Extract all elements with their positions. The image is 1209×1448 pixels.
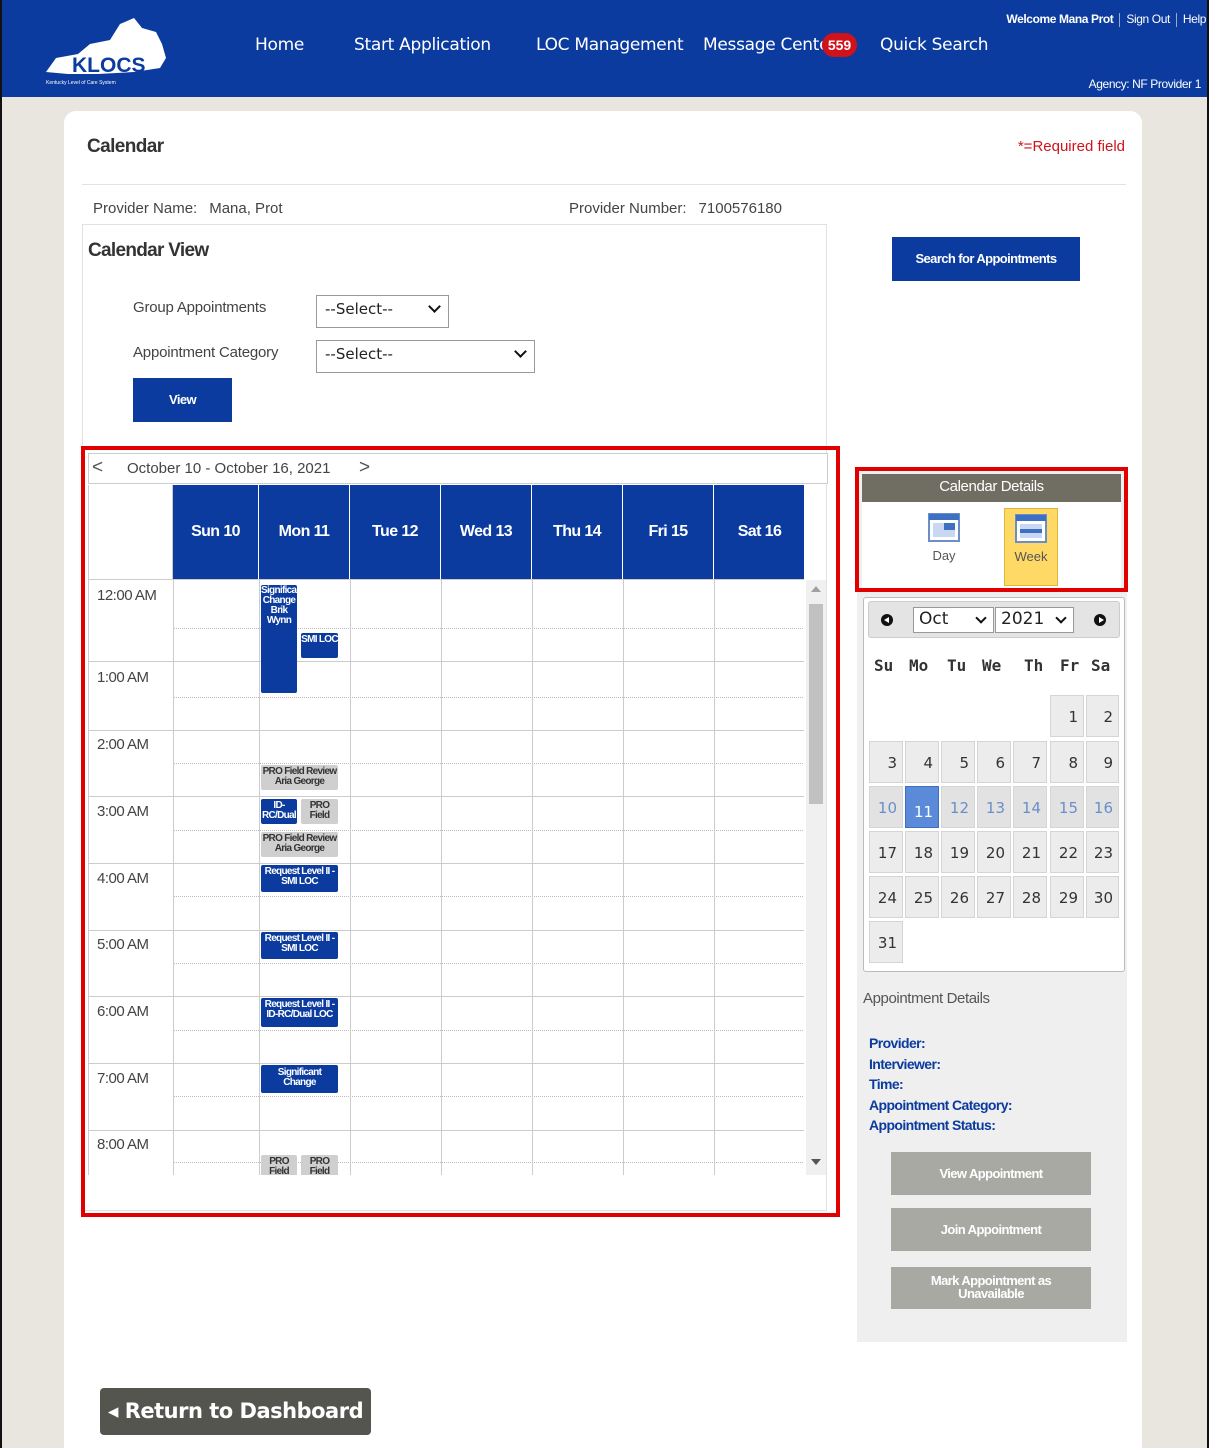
mini-calendar-day[interactable]: 1	[1050, 695, 1084, 737]
nav-home[interactable]: Home	[255, 35, 304, 55]
chevron-down-icon	[428, 300, 441, 313]
dow-label: We	[982, 656, 1002, 675]
highlight-week-calendar	[81, 446, 840, 1217]
mini-calendar-day[interactable]: 12	[941, 786, 975, 828]
mini-calendar-day[interactable]: 20	[977, 831, 1011, 873]
mini-calendar-day[interactable]: 3	[869, 741, 903, 783]
group-appointments-select[interactable]: --Select--	[316, 295, 449, 328]
mini-calendar-day[interactable]: 11	[905, 786, 939, 828]
dow-label: Sa	[1091, 656, 1111, 675]
mini-calendar-day[interactable]: 25	[905, 876, 939, 918]
view-button[interactable]: View	[133, 378, 232, 422]
help-link[interactable]: Help	[1183, 12, 1206, 26]
divider	[82, 184, 1126, 185]
welcome-text: Welcome Mana Prot	[1006, 12, 1114, 26]
mini-calendar-day[interactable]: 4	[905, 741, 939, 783]
mini-calendar-day[interactable]: 22	[1050, 831, 1084, 873]
chevron-down-icon	[514, 345, 527, 358]
required-field-note: *=Required field	[1017, 138, 1125, 155]
month-select[interactable]: Oct	[913, 607, 994, 633]
mini-calendar-day[interactable]: 28	[1013, 876, 1047, 918]
klocs-logo[interactable]: KLOCS Kentucky Level of Care System	[38, 14, 173, 88]
mini-calendar-day[interactable]: 13	[977, 786, 1011, 828]
detail-provider-label: Provider:	[869, 1035, 926, 1051]
mini-calendar-day[interactable]: 16	[1086, 786, 1119, 828]
mini-calendar-day[interactable]: 6	[977, 741, 1011, 783]
group-appointments-value: --Select--	[325, 300, 393, 318]
provider-number-value: 7100576180	[698, 200, 782, 217]
view-appointment-button[interactable]: View Appointment	[891, 1152, 1091, 1195]
provider-name: Provider Name: Mana, Prot	[93, 200, 283, 217]
mini-calendar-day[interactable]: 14	[1013, 786, 1047, 828]
mini-calendar-day[interactable]: 5	[941, 741, 975, 783]
search-appointments-button[interactable]: Search for Appointments	[892, 237, 1080, 281]
chevron-down-icon	[1055, 612, 1067, 624]
mini-calendar-day[interactable]: 26	[941, 876, 975, 918]
appointment-details-title: Appointment Details	[863, 990, 990, 1007]
mini-calendar-day[interactable]: 19	[941, 831, 975, 873]
provider-number: Provider Number: 7100576180	[569, 200, 782, 217]
appointment-category-value: --Select--	[325, 345, 393, 363]
year-value: 2021	[1001, 609, 1045, 629]
mini-calendar-day[interactable]: 18	[905, 831, 939, 873]
mini-calendar-day[interactable]: 31	[869, 921, 903, 963]
return-to-dashboard-button[interactable]: ◂ Return to Dashboard	[100, 1388, 371, 1435]
logo-text: KLOCS	[72, 54, 146, 77]
mini-calendar-day[interactable]: 21	[1013, 831, 1047, 873]
mini-calendar-day[interactable]: 24	[869, 876, 903, 918]
message-count-badge: 559	[822, 33, 857, 57]
top-navigation-bar: KLOCS Kentucky Level of Care System Home…	[0, 0, 1209, 97]
appointment-category-select[interactable]: --Select--	[316, 340, 535, 373]
dow-label: Fr	[1060, 656, 1080, 675]
mini-calendar-day[interactable]: 15	[1050, 786, 1084, 828]
mini-calendar-day[interactable]: 9	[1086, 741, 1119, 783]
detail-category-label: Appointment Category:	[869, 1097, 1013, 1113]
mini-calendar-day[interactable]: 7	[1013, 741, 1047, 783]
dow-label: Tu	[947, 656, 967, 675]
mark-unavailable-button[interactable]: Mark Appointment as Unavailable	[891, 1267, 1091, 1309]
mini-calendar-day[interactable]: 23	[1086, 831, 1119, 873]
highlight-calendar-details	[855, 467, 1128, 592]
nav-start-application[interactable]: Start Application	[354, 35, 491, 55]
logo-subtext: Kentucky Level of Care System	[46, 80, 116, 86]
provider-number-label: Provider Number:	[569, 200, 687, 217]
nav-quick-search[interactable]: Quick Search	[880, 35, 989, 55]
detail-time-label: Time:	[869, 1076, 904, 1092]
mini-calendar-day[interactable]: 29	[1050, 876, 1084, 918]
chevron-down-icon	[975, 612, 987, 624]
group-appointments-label: Group Appointments	[133, 299, 267, 316]
mini-calendar-day[interactable]: 30	[1086, 876, 1119, 918]
mini-calendar-day[interactable]: 10	[869, 786, 903, 828]
provider-name-label: Provider Name:	[93, 200, 198, 217]
mini-calendar-day[interactable]: 2	[1086, 695, 1119, 737]
sign-out-link[interactable]: Sign Out	[1126, 12, 1170, 26]
user-links: Welcome Mana Prot Sign Out Help	[1006, 12, 1206, 27]
next-month-icon[interactable]	[1094, 614, 1106, 626]
detail-interviewer-label: Interviewer:	[869, 1056, 941, 1072]
appointment-category-label: Appointment Category	[133, 344, 279, 361]
nav-message-center[interactable]: Message Center	[703, 35, 836, 55]
mini-calendar-header	[868, 601, 1120, 638]
prev-month-icon[interactable]	[881, 614, 893, 626]
provider-name-value: Mana, Prot	[209, 200, 283, 217]
month-value: Oct	[919, 609, 949, 629]
dow-label: Mo	[909, 656, 929, 675]
page-title: Calendar	[87, 136, 164, 157]
dow-label: Th	[1024, 656, 1044, 675]
detail-status-label: Appointment Status:	[869, 1117, 996, 1133]
year-select[interactable]: 2021	[995, 607, 1074, 633]
mini-calendar-day[interactable]: 17	[869, 831, 903, 873]
dow-label: Su	[874, 656, 894, 675]
mini-calendar-day[interactable]: 27	[977, 876, 1011, 918]
calendar-view-title: Calendar View	[88, 240, 209, 261]
agency-label: Agency: NF Provider 1	[1088, 77, 1202, 91]
mini-calendar-day[interactable]: 8	[1050, 741, 1084, 783]
join-appointment-button[interactable]: Join Appointment	[891, 1208, 1091, 1251]
nav-loc-management[interactable]: LOC Management	[536, 35, 684, 55]
